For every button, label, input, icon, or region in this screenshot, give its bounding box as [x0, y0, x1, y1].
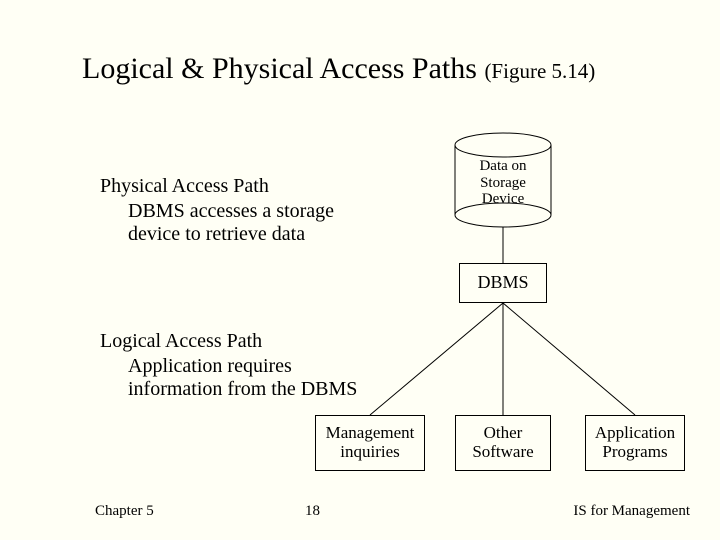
logical-section: Logical Access Path Application requires…	[100, 330, 388, 401]
application-programs-box: Application Programs	[585, 415, 685, 471]
physical-desc: DBMS accesses a storage device to retrie…	[128, 200, 388, 246]
dbms-box: DBMS	[459, 263, 547, 303]
logical-heading: Logical Access Path	[100, 330, 388, 353]
slide: Logical & Physical Access Paths (Figure …	[0, 0, 720, 540]
title-sub: (Figure 5.14)	[484, 59, 595, 83]
title-main: Logical & Physical Access Paths	[82, 52, 484, 85]
footer-right: IS for Management	[573, 503, 690, 520]
physical-heading: Physical Access Path	[100, 175, 388, 198]
other-software-box: Other Software	[455, 415, 551, 471]
mgmt-inquiries-box: Management inquiries	[315, 415, 425, 471]
footer-page-number: 18	[305, 503, 320, 520]
footer-left: Chapter 5	[95, 503, 154, 520]
logical-desc: Application requires information from th…	[128, 355, 388, 401]
cylinder-label: Data on Storage Device	[463, 158, 543, 208]
slide-title: Logical & Physical Access Paths (Figure …	[82, 52, 595, 86]
physical-section: Physical Access Path DBMS accesses a sto…	[100, 175, 388, 246]
